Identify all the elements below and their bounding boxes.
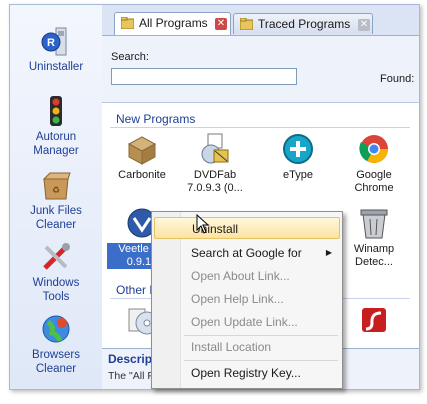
svg-text:R: R [47,37,55,49]
tab-traced-programs[interactable]: Traced Programs ✕ [233,13,373,34]
folder-icon [121,17,134,29]
menu-item-search-google[interactable]: Search at Google for ▶ [154,242,340,264]
sidebar-label: Uninstaller [28,61,84,73]
program-label: Carbonite [118,169,166,181]
mouse-cursor-icon [196,214,210,234]
menu-item-label: Install Location [191,340,272,354]
search-panel: Search: Found: [102,36,419,103]
submenu-arrow-icon: ▶ [325,248,332,257]
program-label: Winamp Detec... [353,243,395,268]
program-item[interactable] [339,303,409,340]
sidebar-label: Autorun Manager [33,131,79,157]
program-item[interactable]: eType [263,132,333,182]
flash-icon [357,303,391,337]
traffic-light-icon [40,95,72,127]
close-icon[interactable]: ✕ [358,19,370,31]
carbonite-icon [125,132,159,166]
menu-item-open-update-link[interactable]: Open Update Link... [154,311,340,333]
sidebar-item-uninstaller[interactable]: R Uninstaller [10,25,102,74]
search-label: Search: [111,51,149,63]
sidebar-item-junk-files-cleaner[interactable]: ♻ Junk Files Cleaner [10,169,102,232]
sidebar-label: Browsers Cleaner [32,349,80,375]
menu-item-label: Open Registry Key... [191,366,301,380]
program-item[interactable]: DVDFab 7.0.9.3 (0... [180,132,250,195]
tab-label: Traced Programs [258,17,351,31]
tab-label: All Programs [139,16,208,30]
program-item[interactable]: Google Chrome [339,132,409,195]
folder-icon [240,18,253,30]
program-label: Google Chrome [354,169,394,194]
winamp-icon [357,206,391,240]
group-header-new-programs: New Programs [116,112,196,126]
program-label: eType [283,169,313,181]
menu-item-open-registry-key[interactable]: Open Registry Key... [154,362,340,384]
close-icon[interactable]: ✕ [215,18,227,30]
browser-globe-icon [40,313,72,345]
sidebar-label: Windows Tools [32,277,80,303]
group-divider [110,127,410,128]
sidebar-item-autorun-manager[interactable]: Autorun Manager [10,95,102,158]
menu-item-install-location[interactable]: Install Location [154,336,340,358]
menu-item-open-about-link[interactable]: Open About Link... [154,265,340,287]
tab-bar: All Programs ✕ Traced Programs ✕ [102,5,419,36]
menu-item-open-help-link[interactable]: Open Help Link... [154,288,340,310]
uninstaller-icon: R [40,25,72,57]
chrome-icon [357,132,391,166]
program-item[interactable]: Winamp Detec... [339,206,409,269]
menu-item-uninstall[interactable]: Uninstall [154,217,340,239]
installer-icon [198,132,232,166]
junk-box-icon: ♻ [40,169,72,201]
menu-item-label: Open Help Link... [191,292,284,306]
sidebar-label: Junk Files Cleaner [30,205,82,231]
sidebar: R Uninstaller Autorun Manager ♻ Junk Fil… [10,5,103,389]
menu-separator [184,360,338,361]
program-label: DVDFab 7.0.9.3 (0... [187,169,243,194]
tools-icon [40,241,72,273]
tab-all-programs[interactable]: All Programs ✕ [114,12,231,35]
menu-item-label: Search at Google for [191,246,302,260]
program-item[interactable]: Carbonite [107,132,177,182]
menu-item-label: Open About Link... [191,269,290,283]
sidebar-item-windows-tools[interactable]: Windows Tools [10,241,102,304]
search-input[interactable] [111,68,297,85]
etype-icon [281,132,315,166]
svg-text:♻: ♻ [52,185,60,195]
found-label: Found: [380,73,415,85]
sidebar-item-browsers-cleaner[interactable]: Browsers Cleaner [10,313,102,376]
menu-item-label: Open Update Link... [191,315,298,329]
context-menu: Uninstall Search at Google for ▶ Open Abo… [151,211,343,389]
